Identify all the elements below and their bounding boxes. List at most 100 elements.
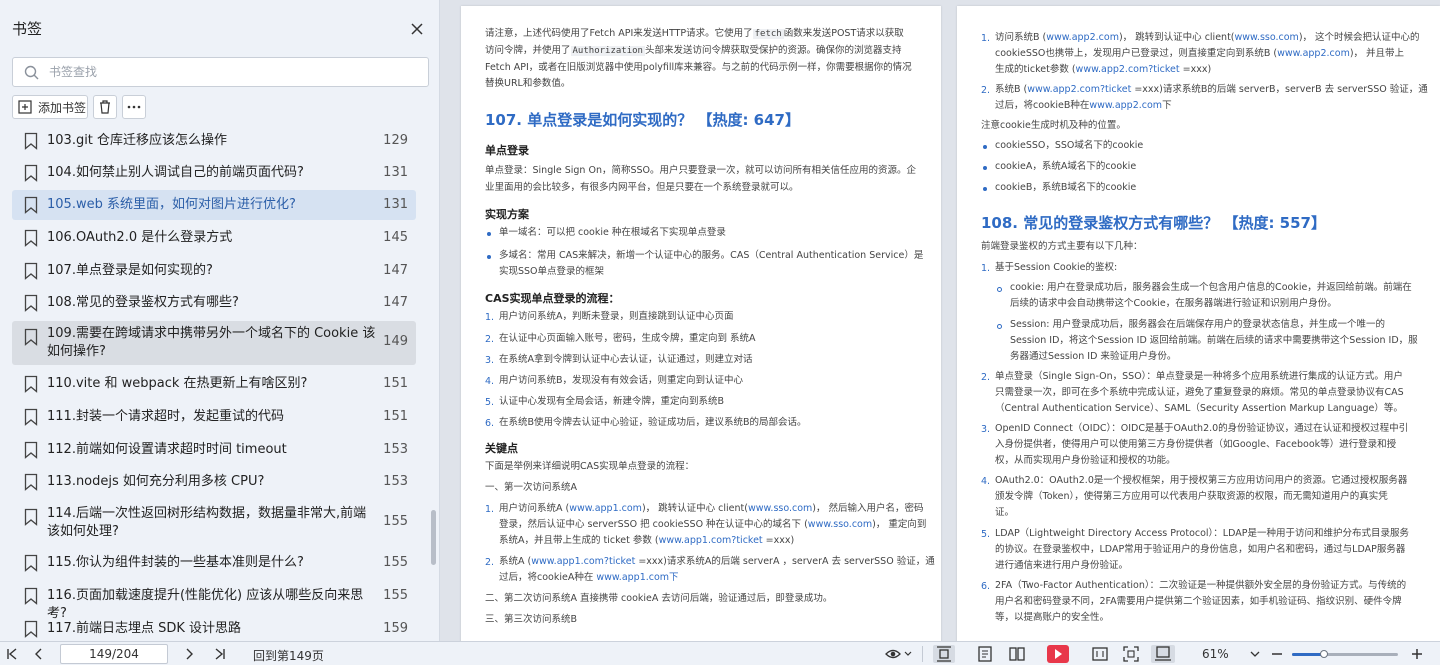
bookmark-label: 109.需要在跨域请求中携带另外一个域名下的 Cookie 该如何操作? xyxy=(47,326,376,359)
bookmark-item-active[interactable]: 105.web 系统里面，如何对图片进行优化? 131 xyxy=(12,190,416,220)
bookmark-icon xyxy=(24,132,38,150)
link[interactable]: www.app1.com?ticket xyxy=(659,535,763,546)
link[interactable]: www.app1.com下 xyxy=(596,572,678,583)
bookmark-page: 131 xyxy=(383,165,408,180)
sub-bullet xyxy=(997,324,1002,329)
link[interactable]: www.app2.com?ticket xyxy=(1076,64,1180,75)
list-number: 3. xyxy=(981,424,991,435)
chevron-down-icon xyxy=(1250,651,1260,657)
bookmark-item[interactable]: 115.你认为组件封装的一些基本准则是什么? 155 xyxy=(12,548,416,578)
zoom-slider[interactable] xyxy=(1292,650,1398,658)
single-page-view-button[interactable] xyxy=(933,645,955,663)
add-bookmark-button[interactable]: 添加书签 xyxy=(12,95,88,119)
list-number: 2. xyxy=(485,334,495,345)
list-item: 多域名：常用 CAS来解决，新增一个认证中心的服务。CAS（Central Au… xyxy=(499,250,924,261)
list-number: 1. xyxy=(485,312,495,323)
list-item: 颁发令牌（Token），使得第三方应用可以代表用户获取资源的权限，而无需知道用户… xyxy=(995,491,1388,502)
bookmark-page: 151 xyxy=(383,409,408,424)
bullet xyxy=(983,187,987,191)
link[interactable]: www.sso.com xyxy=(808,519,872,530)
list-item: 访问系统B (www.app2.com)， 跳转到认证中心 client(www… xyxy=(995,32,1420,43)
bookmark-label: 106.OAuth2.0 是什么登录方式 xyxy=(47,230,233,245)
list-item: Session: 用户登录成功后，服务器会在后端保存用户的登录状态信息，并生成一… xyxy=(1010,319,1385,330)
last-page-button[interactable] xyxy=(211,645,229,663)
list-item: （Central Authentication Service）、SAML（Se… xyxy=(995,403,1403,414)
list-item: 权，从而实现用户身份验证和授权的功能。 xyxy=(995,455,1176,466)
bookmark-page: 153 xyxy=(383,474,408,489)
previous-page-button[interactable] xyxy=(30,645,48,663)
bookmark-item[interactable]: 104.如何禁止别人调试自己的前端页面代码? 131 xyxy=(12,158,416,188)
sub-bullet xyxy=(997,287,1002,292)
list-item: 2FA（Two-Factor Authentication）：二次验证是一种提供… xyxy=(995,580,1407,591)
bookmark-search-box[interactable] xyxy=(12,57,429,87)
bookmark-item[interactable]: 110.vite 和 webpack 在热更新上有啥区别? 151 xyxy=(12,369,416,399)
bookmark-icon xyxy=(24,262,38,280)
zoom-out-button[interactable] xyxy=(1268,645,1286,663)
list-item: 证。 xyxy=(995,507,1015,518)
bookmark-page: 149 xyxy=(383,334,408,349)
list-item: cookieSSO也携带上，发现用户已登录过，则直接重定向到系统B (www.a… xyxy=(995,48,1405,59)
sidebar-title: 书签 xyxy=(12,20,43,38)
list-item: OAuth2.0：OAuth2.0是一个授权框架，用于授权第三方应用访问用户的资… xyxy=(995,475,1408,486)
bookmark-search-input[interactable] xyxy=(49,61,419,83)
bookmark-label: 104.如何禁止别人调试自己的前端页面代码? xyxy=(47,165,304,180)
bookmark-item[interactable]: 112.前端如何设置请求超时时间 timeout 153 xyxy=(12,435,416,465)
list-item: 用户访问系统A (www.app1.com)， 跳转认证中心 client(ww… xyxy=(499,503,924,514)
bookmark-item[interactable]: 111.封装一个请求超时，发起重试的代码 151 xyxy=(12,402,416,432)
status-bar: 回到第149页 61% xyxy=(0,641,1440,665)
bookmark-page: 155 xyxy=(383,514,408,529)
list-item: cookieB，系统B域名下的cookie xyxy=(995,182,1137,193)
zoom-slider-thumb[interactable] xyxy=(1319,650,1328,658)
link[interactable]: www.app2.com xyxy=(1046,32,1119,43)
double-page-view-button[interactable] xyxy=(1008,645,1026,663)
more-options-button[interactable] xyxy=(122,95,146,119)
link[interactable]: www.app2.com xyxy=(1277,48,1350,59)
link[interactable]: www.sso.com xyxy=(1235,32,1299,43)
bookmark-item[interactable]: 108.常见的登录鉴权方式有哪些? 147 xyxy=(12,288,416,318)
bookmark-item[interactable]: 117.前端日志埋点 SDK 设计思路 159 xyxy=(12,614,416,641)
bookmark-item[interactable]: 106.OAuth2.0 是什么登录方式 145 xyxy=(12,223,416,253)
bookmark-item[interactable]: 114.后端一次性返回树形结构数据，数据量非常大,前端该如何处理? 155 xyxy=(12,501,416,545)
list-item: 在认证中心页面输入账号，密码，生成令牌，重定向到 系统A xyxy=(499,333,756,344)
first-page-icon xyxy=(7,648,17,660)
paragraph-line: 下面是举例来详细说明CAS实现单点登录的流程： xyxy=(485,461,695,472)
page-number-input[interactable] xyxy=(60,644,168,664)
list-item: 系统B (www.app2.com?ticket =xxx)请求系统B的后端 s… xyxy=(995,84,1428,95)
bookmark-page: 147 xyxy=(383,295,408,310)
delete-bookmark-button[interactable] xyxy=(93,95,117,119)
first-page-button[interactable] xyxy=(3,645,21,663)
continuous-view-button[interactable] xyxy=(976,645,994,663)
fit-page-icon xyxy=(1123,646,1139,662)
bookmark-item[interactable]: 107.单点登录是如何实现的? 147 xyxy=(12,256,416,286)
bookmark-item[interactable]: 109.需要在跨域请求中携带另外一个域名下的 Cookie 该如何操作? 149 xyxy=(12,321,416,365)
pin-view-button[interactable] xyxy=(1151,645,1175,663)
close-icon[interactable] xyxy=(404,16,430,42)
eye-icon xyxy=(885,649,912,659)
bookmark-page: 155 xyxy=(383,555,408,570)
bookmark-item[interactable]: 113.nodejs 如何充分利用多核 CPU? 153 xyxy=(12,467,416,497)
bookmark-page: 129 xyxy=(383,133,408,148)
zoom-level[interactable]: 61% xyxy=(1202,647,1229,661)
bookmark-item[interactable]: 103.git 仓库迁移应该怎么操作 129 xyxy=(12,126,416,156)
next-page-button[interactable] xyxy=(180,645,198,663)
zoom-dropdown[interactable] xyxy=(1246,645,1264,663)
back-to-page-link[interactable]: 回到第149页 xyxy=(253,647,324,664)
sidebar-scrollbar[interactable] xyxy=(431,510,436,565)
bookmark-item[interactable]: 116.页面加载速度提升(性能优化) 应该从哪些反向来思考? 155 xyxy=(12,581,416,621)
bookmark-label: 114.后端一次性返回树形结构数据，数据量非常大,前端该如何处理? xyxy=(47,506,367,539)
link[interactable]: www.app1.com xyxy=(569,503,642,514)
fit-width-button[interactable] xyxy=(1091,645,1109,663)
link[interactable]: www.app2.com?ticket xyxy=(1027,84,1131,95)
zoom-in-button[interactable] xyxy=(1408,645,1426,663)
bookmark-label: 105.web 系统里面，如何对图片进行优化? xyxy=(47,197,296,212)
link[interactable]: www.sso.com xyxy=(748,503,812,514)
paragraph-line: 单点登录：Single Sign On，简称SSO。用户只要登录一次，就可以访问… xyxy=(485,165,917,176)
fit-page-button[interactable] xyxy=(1122,645,1140,663)
list-number: 4. xyxy=(485,376,495,387)
eye-protection-button[interactable] xyxy=(884,645,912,663)
link[interactable]: www.app2.com xyxy=(1089,100,1162,111)
list-item: 认证中心发现有全局会话，新建令牌，重定向到系统B xyxy=(499,396,725,407)
link[interactable]: www.app1.com?ticket xyxy=(531,556,635,567)
list-item: cookie: 用户在登录成功后，服务器会生成一个包含用户信息的Cookie，并… xyxy=(1010,282,1412,293)
play-slideshow-button[interactable] xyxy=(1046,645,1070,663)
